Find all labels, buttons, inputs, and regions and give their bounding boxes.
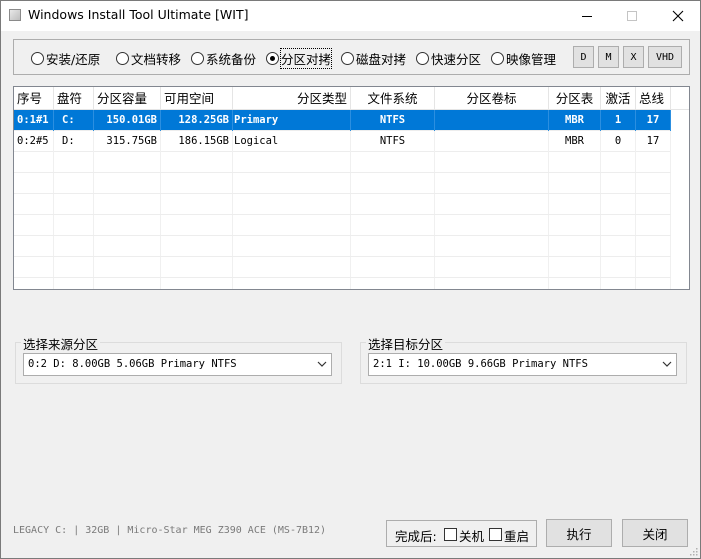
- close-window-button[interactable]: [655, 1, 700, 31]
- after-completion-label: 完成后:: [395, 529, 437, 544]
- window-title: Windows Install Tool Ultimate [WIT]: [28, 7, 249, 22]
- shutdown-checkbox[interactable]: [444, 528, 457, 541]
- cell-fs: NTFS: [351, 131, 435, 152]
- system-info-status: LEGACY C: | 32GB | Micro-Star MEG Z390 A…: [13, 525, 327, 536]
- cell-active: 1: [601, 110, 636, 131]
- grid-hline: [14, 256, 671, 257]
- cell-index: 0:2#5: [14, 131, 54, 152]
- partition-table[interactable]: 序号 盘符 分区容量 可用空间 分区类型 文件系统 分区卷标 分区表 激活 总线: [13, 86, 690, 290]
- grid-hline: [14, 277, 671, 278]
- execute-button[interactable]: 执行: [546, 519, 612, 547]
- app-icon: [9, 9, 21, 21]
- source-group-title: 选择来源分区: [21, 334, 101, 353]
- column-header-label[interactable]: 分区卷标: [435, 87, 549, 110]
- mode-label: 文档转移: [131, 51, 182, 67]
- cell-drive: D:: [54, 131, 94, 152]
- main-window: Windows Install Tool Ultimate [WIT] 安装/还…: [0, 0, 701, 559]
- mode-radio-doc-transfer[interactable]: 文档转移: [116, 49, 181, 67]
- cell-free: 128.25GB: [161, 110, 233, 131]
- cell-type: Logical: [233, 131, 351, 152]
- cell-table: MBR: [549, 110, 601, 131]
- mode-label: 快速分区: [431, 51, 482, 67]
- mode-label: 分区对拷: [279, 47, 333, 69]
- chevron-down-icon: [662, 361, 672, 367]
- restart-label[interactable]: 重启: [504, 526, 529, 545]
- radio-circle: [341, 51, 354, 65]
- cell-index: 0:1#1: [14, 110, 54, 131]
- grid-hline: [14, 193, 671, 194]
- column-header-index[interactable]: 序号: [14, 87, 54, 110]
- column-header-free[interactable]: 可用空间: [161, 87, 233, 110]
- radio-circle-checked: [266, 51, 279, 65]
- mode-label: 映像管理: [506, 51, 557, 67]
- mode-group: 安装/还原 文档转移 系统备份 分区对拷 磁盘对拷 快速分区 映像管理 D M …: [13, 39, 690, 75]
- mode-radio-disk-copy[interactable]: 磁盘对拷: [341, 49, 406, 67]
- cell-fs: NTFS: [351, 110, 435, 131]
- resize-grip-icon[interactable]: [688, 546, 698, 556]
- cell-type: Primary: [233, 110, 351, 131]
- table-row[interactable]: 0:2#5 D: 315.75GB 186.15GB Logical NTFS …: [14, 131, 671, 152]
- minimize-button[interactable]: [564, 1, 609, 31]
- title-bar[interactable]: Windows Install Tool Ultimate [WIT]: [1, 1, 700, 31]
- after-completion-group: 完成后: 关机 重启: [386, 520, 537, 547]
- mode-radio-quick-partition[interactable]: 快速分区: [416, 49, 481, 67]
- radio-circle: [416, 51, 429, 65]
- radio-circle: [31, 51, 44, 65]
- mode-radio-system-backup[interactable]: 系统备份: [191, 49, 256, 67]
- close-icon: [672, 10, 683, 22]
- cell-table: MBR: [549, 131, 601, 152]
- m-button[interactable]: M: [598, 46, 619, 68]
- column-header-drive[interactable]: 盘符: [54, 87, 94, 110]
- cell-label: [435, 110, 549, 131]
- radio-circle: [491, 51, 504, 65]
- cell-label: [435, 131, 549, 152]
- target-partition-select[interactable]: 2:1 I: 10.00GB 9.66GB Primary NTFS: [368, 353, 677, 376]
- chevron-down-icon: [317, 361, 327, 367]
- restart-checkbox[interactable]: [489, 528, 502, 541]
- mode-label: 安装/还原: [46, 51, 101, 67]
- column-header-type[interactable]: 分区类型: [233, 87, 351, 110]
- vhd-button[interactable]: VHD: [648, 46, 682, 68]
- mode-radio-image-manage[interactable]: 映像管理: [491, 49, 556, 67]
- cell-capacity: 315.75GB: [94, 131, 161, 152]
- cell-bus: 17: [636, 110, 671, 131]
- target-partition-value: 2:1 I: 10.00GB 9.66GB Primary NTFS: [373, 358, 588, 370]
- column-header-active[interactable]: 激活: [601, 87, 636, 110]
- cell-active: 0: [601, 131, 636, 152]
- radio-circle: [191, 51, 204, 65]
- source-partition-value: 0:2 D: 8.00GB 5.06GB Primary NTFS: [28, 358, 237, 370]
- cell-drive: C:: [54, 110, 94, 131]
- radio-circle: [116, 51, 129, 65]
- minimize-icon: [581, 15, 592, 17]
- maximize-button: [609, 1, 654, 31]
- table-header: 序号 盘符 分区容量 可用空间 分区类型 文件系统 分区卷标 分区表 激活 总线: [14, 87, 689, 110]
- column-header-capacity[interactable]: 分区容量: [94, 87, 161, 110]
- mode-label: 磁盘对拷: [356, 51, 407, 67]
- column-header-bus[interactable]: 总线: [636, 87, 671, 110]
- grid-hline: [14, 172, 671, 173]
- cell-bus: 17: [636, 131, 671, 152]
- table-row[interactable]: 0:1#1 C: 150.01GB 128.25GB Primary NTFS …: [14, 110, 671, 131]
- column-header-fs[interactable]: 文件系统: [351, 87, 435, 110]
- mode-radio-install[interactable]: 安装/还原: [31, 49, 100, 67]
- d-button[interactable]: D: [573, 46, 594, 68]
- mode-label: 系统备份: [206, 51, 257, 67]
- table-body: 0:1#1 C: 150.01GB 128.25GB Primary NTFS …: [14, 110, 689, 289]
- x-button[interactable]: X: [623, 46, 644, 68]
- column-header-table[interactable]: 分区表: [549, 87, 601, 110]
- grid-hline: [14, 214, 671, 215]
- target-group-title: 选择目标分区: [366, 334, 446, 353]
- grid-hline: [14, 235, 671, 236]
- cell-free: 186.15GB: [161, 131, 233, 152]
- cell-capacity: 150.01GB: [94, 110, 161, 131]
- source-partition-select[interactable]: 0:2 D: 8.00GB 5.06GB Primary NTFS: [23, 353, 332, 376]
- shutdown-label[interactable]: 关机: [459, 526, 484, 545]
- mode-radio-partition-copy[interactable]: 分区对拷: [266, 47, 333, 69]
- maximize-icon: [626, 11, 637, 21]
- close-button[interactable]: 关闭: [622, 519, 688, 547]
